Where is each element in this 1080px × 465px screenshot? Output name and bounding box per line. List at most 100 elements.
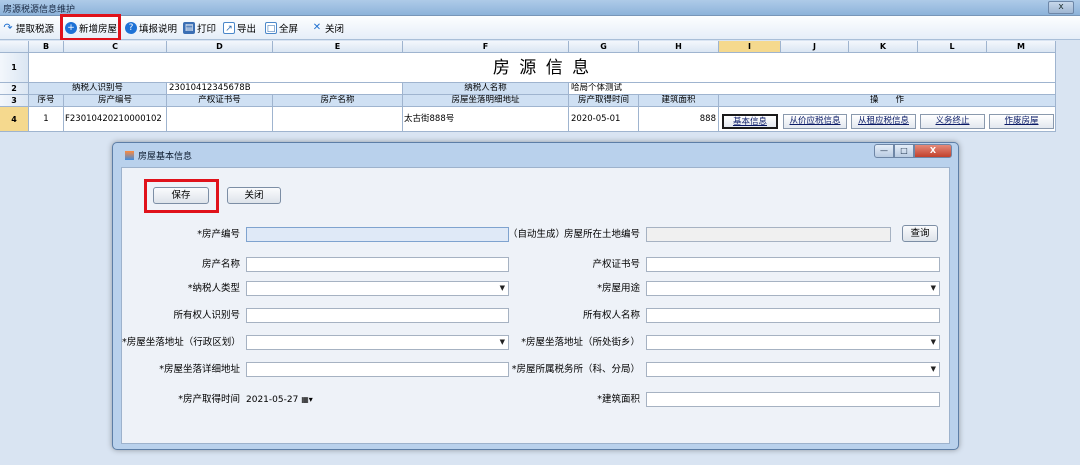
window-close-button[interactable]: x [1048, 1, 1074, 14]
acquisition-date-picker[interactable]: 2021-05-27 ▦▾ [242, 392, 509, 407]
query-button[interactable]: 查询 [902, 225, 938, 242]
printer-icon: ▤ [183, 22, 195, 34]
dropdown-arrow-icon: ▼ [930, 338, 936, 346]
table-cell[interactable]: 888 [639, 107, 719, 132]
row-header[interactable]: 3 [0, 95, 29, 107]
table-header: 房产编号 [64, 95, 167, 107]
acquisition-date-label: *房产取得时间 [178, 394, 240, 405]
basic-info-button[interactable]: 基本信息 [722, 114, 778, 129]
tax-office-label: *房屋所属税务所（科、分局） [511, 364, 640, 375]
table-header: 操 作 [719, 95, 1056, 107]
taxpayer-name-value[interactable]: 哈局个体测试 [569, 83, 1056, 95]
taxpayer-name-label: 纳税人名称 [403, 83, 569, 95]
column-header[interactable]: M [987, 41, 1056, 53]
detail-address-input[interactable] [246, 362, 509, 377]
maximize-button[interactable]: □ [894, 144, 914, 158]
cert-no-input[interactable] [646, 257, 940, 272]
table-cell[interactable]: 2020-05-01 [569, 107, 639, 132]
taxpayer-type-label: *纳税人类型 [187, 283, 240, 294]
row-header[interactable]: 4 [0, 107, 29, 132]
add-house-highlight [60, 14, 121, 41]
property-name-label: 房产名称 [201, 259, 240, 270]
table-cell[interactable] [273, 107, 403, 132]
property-no-input[interactable] [246, 227, 509, 242]
save-highlight [144, 179, 219, 213]
close-toolbar-button[interactable]: ✕ 关闭 [311, 20, 344, 36]
calendar-dropdown-icon[interactable]: ▦▾ [301, 395, 313, 404]
extract-tax-source-button[interactable]: ↷ 提取税源 [2, 20, 54, 36]
owner-name-label: 所有权人名称 [582, 310, 640, 321]
column-header[interactable]: J [781, 41, 849, 53]
table-header: 序号 [29, 95, 64, 107]
export-icon: ↗ [223, 22, 235, 34]
dialog-body: 保存 关闭 *房产编号 （自动生成） 房屋所在土地编号 查询 房产名称 产权证书… [121, 167, 950, 444]
corner-cell [0, 41, 29, 53]
land-no-input [646, 227, 891, 242]
column-header[interactable]: H [639, 41, 719, 53]
dropdown-arrow-icon: ▼ [930, 365, 936, 373]
house-basic-info-dialog: 房屋基本信息 — □ X 保存 关闭 *房产编号 （自动生成） 房屋所在土地编号… [112, 142, 959, 450]
ad-valorem-tax-info-button[interactable]: 从价应税信息 [783, 114, 847, 129]
column-header[interactable]: B [29, 41, 64, 53]
column-header[interactable]: E [273, 41, 403, 53]
taxpayer-type-select[interactable]: ▼ [246, 281, 509, 296]
sheet-title: 房 源 信 息 [29, 53, 1056, 83]
street-select[interactable]: ▼ [646, 335, 940, 350]
cert-no-label: 产权证书号 [592, 259, 640, 270]
district-select[interactable]: ▼ [246, 335, 509, 350]
property-no-label: *房产编号 [197, 229, 240, 240]
owner-id-input[interactable] [246, 308, 509, 323]
taxpayer-id-value[interactable]: 23010412345678B [167, 83, 403, 95]
table-header: 产权证书号 [167, 95, 273, 107]
table-header: 建筑面积 [639, 95, 719, 107]
refresh-arrow-icon: ↷ [3, 21, 13, 34]
column-header[interactable]: G [569, 41, 639, 53]
column-header[interactable]: C [64, 41, 167, 53]
table-cell[interactable]: F23010420210000102 [64, 107, 167, 132]
rent-tax-info-button[interactable]: 从租应税信息 [851, 114, 916, 129]
house-usage-select[interactable]: ▼ [646, 281, 940, 296]
district-label: *房屋坐落地址（行政区划） [122, 337, 241, 348]
table-cell[interactable] [167, 107, 273, 132]
house-usage-label: *房屋用途 [597, 283, 640, 294]
dropdown-arrow-icon: ▼ [499, 284, 505, 292]
detail-address-label: *房屋坐落详细地址 [159, 364, 240, 375]
row-header[interactable]: 1 [0, 53, 29, 83]
minimize-button[interactable]: — [874, 144, 894, 158]
app-icon [125, 151, 134, 160]
close-button[interactable]: 关闭 [227, 187, 281, 204]
window-title-bar: 房源税源信息维护 x [0, 0, 1080, 16]
building-area-input[interactable] [646, 392, 940, 407]
dialog-title: 房屋基本信息 [138, 152, 193, 162]
dialog-title-bar: 房屋基本信息 [125, 149, 192, 162]
terminate-obligation-button[interactable]: 义务终止 [920, 114, 985, 129]
toolbar: ↷ 提取税源 + 新增房屋 ? 填报说明 ▤ 打印 ↗ 导出 □ 全屏 ✕ 关闭 [0, 16, 1080, 40]
table-header: 房产名称 [273, 95, 403, 107]
tax-office-select[interactable]: ▼ [646, 362, 940, 377]
table-header: 房产取得时间 [569, 95, 639, 107]
owner-name-input[interactable] [646, 308, 940, 323]
dialog-close-button[interactable]: X [914, 144, 952, 158]
table-header: 房屋坐落明细地址 [403, 95, 569, 107]
column-header[interactable]: K [849, 41, 918, 53]
print-button[interactable]: ▤ 打印 [183, 20, 216, 36]
column-header[interactable]: D [167, 41, 273, 53]
column-header[interactable]: F [403, 41, 569, 53]
fullscreen-button[interactable]: □ 全屏 [265, 20, 298, 36]
taxpayer-id-label: 纳税人识别号 [29, 83, 167, 95]
building-area-label: *建筑面积 [597, 394, 640, 405]
land-no-label: 房屋所在土地编号 [563, 229, 640, 240]
row-header[interactable]: 2 [0, 83, 29, 95]
table-cell[interactable]: 太古街888号 [403, 107, 569, 132]
property-name-input[interactable] [246, 257, 509, 272]
column-header[interactable]: L [918, 41, 987, 53]
close-x-icon: ✕ [312, 22, 322, 33]
table-cell[interactable]: 1 [29, 107, 64, 132]
export-button[interactable]: ↗ 导出 [223, 20, 256, 36]
fill-instructions-button[interactable]: ? 填报说明 [125, 20, 177, 36]
fullscreen-icon: □ [265, 22, 277, 34]
dropdown-arrow-icon: ▼ [499, 338, 505, 346]
column-header[interactable]: I [719, 41, 781, 53]
owner-id-label: 所有权人识别号 [173, 310, 240, 321]
void-house-button[interactable]: 作废房屋 [989, 114, 1054, 129]
